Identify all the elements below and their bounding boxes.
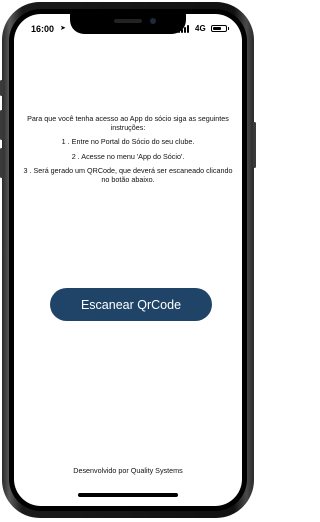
earpiece-speaker	[114, 19, 142, 23]
app-screen: 16:00 ➤ 4G Para que você tenha acesso ao…	[14, 14, 242, 506]
instructions-intro: Para que você tenha acesso ao App do sóc…	[27, 114, 229, 133]
instruction-step-2: 2 . Acesse no menu 'App do Sócio'.	[71, 151, 185, 161]
notch	[70, 14, 186, 34]
instruction-step-1: 1 . Entre no Portal do Sócio do seu club…	[61, 137, 195, 147]
front-camera-icon	[150, 18, 156, 24]
status-time: 16:00	[31, 24, 55, 34]
power-button	[253, 122, 256, 168]
scan-qrcode-button[interactable]: Escanear QrCode	[50, 288, 212, 321]
instructions-block: Para que você tenha acesso ao App do sóc…	[22, 114, 234, 189]
volume-down-button	[0, 148, 3, 178]
instruction-step-3: 3 . Será gerado um QRCode, que deverá se…	[23, 165, 233, 185]
phone-frame: 16:00 ➤ 4G Para que você tenha acesso ao…	[0, 2, 256, 518]
battery-icon	[211, 25, 229, 32]
volume-up-button	[0, 110, 3, 140]
home-indicator[interactable]	[78, 493, 178, 497]
footer-credit: Desenvolvido por Quality Systems	[73, 466, 183, 475]
location-arrow-icon: ➤	[60, 25, 66, 32]
mute-switch	[0, 80, 3, 96]
network-type: 4G	[195, 24, 206, 33]
